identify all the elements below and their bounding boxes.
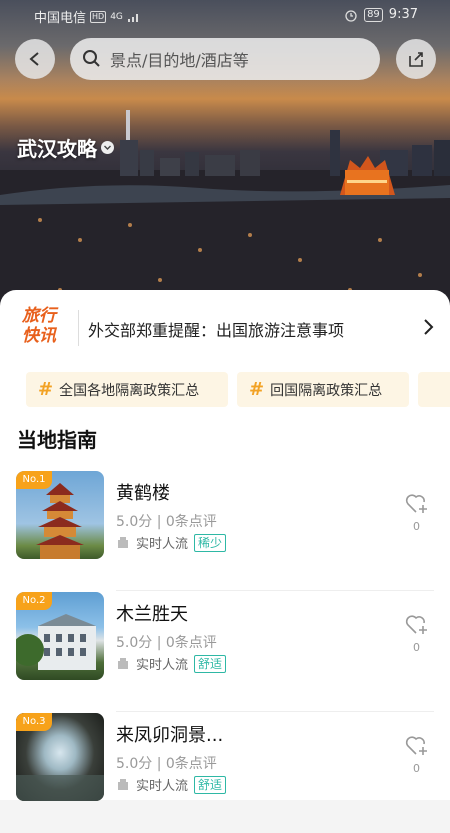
favorite-count: 0: [413, 762, 420, 775]
crowd-flow: 实时人流 稀少: [116, 533, 227, 552]
tag-label: 回国隔离政策汇总: [270, 382, 383, 399]
news-divider: [78, 310, 79, 346]
chevron-right-icon: [424, 319, 434, 335]
crowd-flow-label: 实时人流: [136, 779, 189, 794]
attraction-rating: 5.0分 | 0条点评: [116, 756, 217, 772]
attraction-name: 木兰胜天: [116, 604, 188, 625]
chevron-down-icon: [101, 141, 114, 154]
attraction-item[interactable]: No.2 木兰胜天 5.0分 | 0条点评 实时人流 舒适 0: [0, 592, 450, 712]
attraction-rating: 5.0分 | 0条点评: [116, 514, 217, 530]
crowd-flow-label: 实时人流: [136, 537, 189, 552]
city-hero-image: 中国电信 HD 4G 89 9:37 景点/目的地/酒店等 武汉攻略: [0, 0, 450, 330]
back-button[interactable]: [15, 39, 55, 79]
search-placeholder: 景点/目的地/酒店等: [110, 51, 249, 70]
tag-return-quarantine[interactable]: # 回国隔离政策汇总: [237, 372, 409, 407]
city-selector[interactable]: 武汉攻略: [17, 133, 114, 162]
favorite-add-icon[interactable]: [405, 735, 429, 757]
attraction-name: 来凤卯洞景...: [116, 725, 224, 746]
search-input[interactable]: 景点/目的地/酒店等: [70, 38, 380, 80]
attraction-thumbnail: No.2: [16, 592, 104, 680]
crowd-icon: [118, 778, 128, 790]
chevron-left-icon: [29, 52, 39, 66]
policy-tag-row: # 全国各地隔离政策汇总 # 回国隔离政策汇总: [0, 372, 450, 408]
carrier-name: 中国电信: [34, 11, 87, 26]
network-type: 4G: [110, 11, 123, 22]
crowd-flow: 实时人流 舒适: [116, 775, 227, 794]
favorite-count: 0: [413, 641, 420, 654]
attraction-name: 黄鹤楼: [116, 483, 170, 504]
tag-partial[interactable]: [418, 372, 450, 407]
hd-badge: HD: [90, 10, 107, 23]
guide-content-panel: 旅行 快讯 外交部郑重提醒：出国旅游注意事项 # 全国各地隔离政策汇总 # 回国…: [0, 290, 450, 801]
share-icon: [409, 52, 423, 67]
travel-news-banner[interactable]: 旅行 快讯 外交部郑重提醒：出国旅游注意事项: [0, 290, 450, 366]
attraction-thumbnail: No.3: [16, 713, 104, 801]
attraction-item[interactable]: No.3 来凤卯洞景... 5.0分 | 0条点评 实时人流 舒适 0: [0, 713, 450, 833]
tag-nationwide-quarantine[interactable]: # 全国各地隔离政策汇总: [26, 372, 228, 407]
favorite-add-icon[interactable]: [405, 614, 429, 636]
favorite-add-icon[interactable]: [405, 493, 429, 515]
hashtag-icon: #: [249, 379, 265, 400]
rank-badge: No.2: [16, 592, 52, 610]
crowd-icon: [118, 536, 128, 548]
share-button[interactable]: [396, 39, 436, 79]
crowd-flow-label: 实时人流: [136, 658, 189, 673]
rank-badge: No.3: [16, 713, 52, 731]
attraction-item[interactable]: No.1 黄鹤楼 5.0分 | 0条点评 实时人流 稀少 0: [0, 471, 450, 591]
battery-indicator: 89: [364, 7, 383, 22]
city-title: 武汉攻略: [17, 137, 97, 161]
favorite-count: 0: [413, 520, 420, 533]
attraction-rating: 5.0分 | 0条点评: [116, 635, 217, 651]
hashtag-icon: #: [38, 379, 54, 400]
travel-news-logo: 旅行 快讯: [22, 306, 72, 348]
clock: 9:37: [388, 7, 418, 22]
search-icon: [83, 50, 100, 67]
crowd-status-badge: 舒适: [194, 654, 227, 673]
logo-line-2: 快讯: [22, 326, 56, 346]
tag-label: 全国各地隔离政策汇总: [59, 382, 200, 399]
logo-line-1: 旅行: [22, 306, 56, 326]
attraction-thumbnail: No.1: [16, 471, 104, 559]
news-headline: 外交部郑重提醒：出国旅游注意事项: [88, 321, 345, 340]
row-divider: [116, 590, 434, 591]
crowd-status-badge: 舒适: [194, 775, 227, 794]
crowd-status-badge: 稀少: [194, 533, 227, 552]
row-divider: [116, 711, 434, 712]
crowd-icon: [118, 657, 128, 669]
section-title: 当地指南: [17, 428, 97, 452]
alarm-icon: [345, 9, 357, 22]
crowd-flow: 实时人流 舒适: [116, 654, 227, 673]
status-bar: 中国电信 HD 4G 89 9:37: [0, 0, 450, 30]
signal-icon: [127, 13, 138, 22]
rank-badge: No.1: [16, 471, 52, 489]
